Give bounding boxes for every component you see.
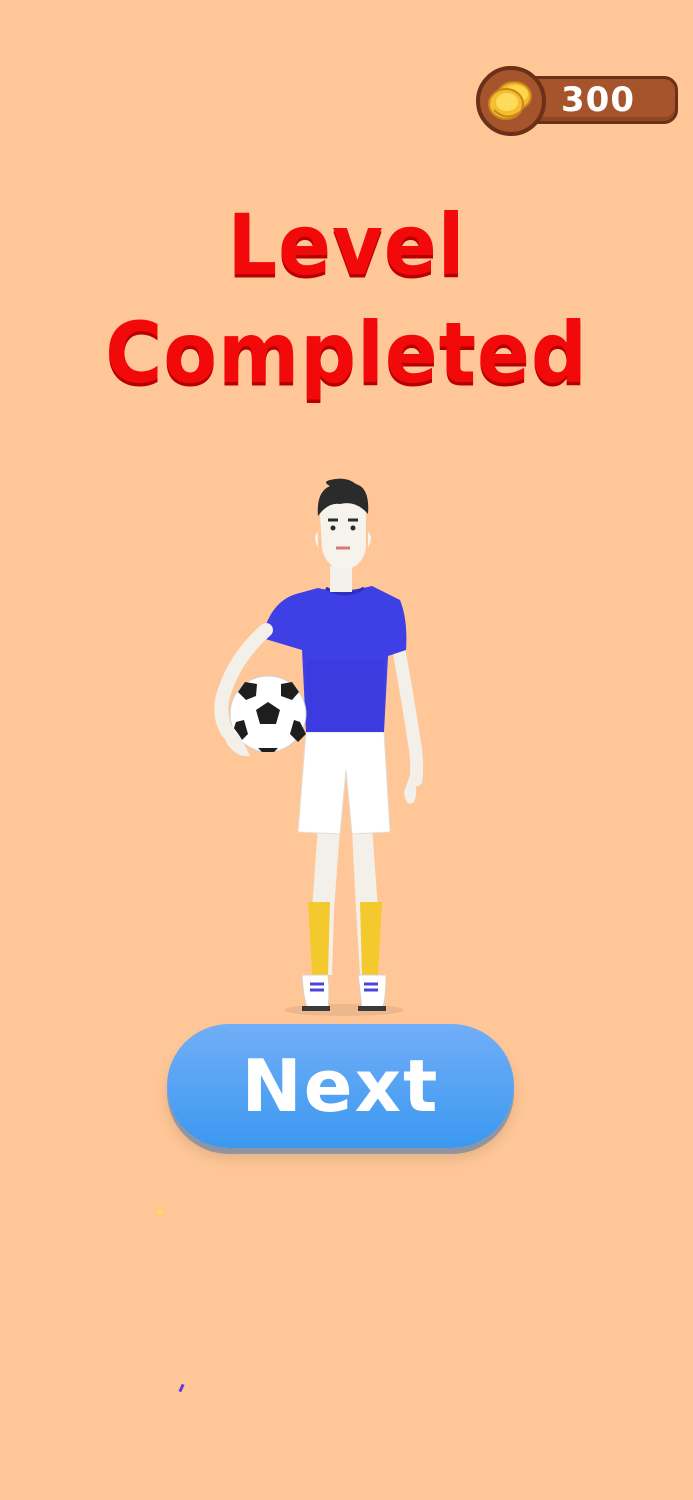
coin-count: 300 [561,80,635,120]
next-button-label: Next [241,1044,440,1128]
soccer-player-character [0,470,693,1030]
coin-stack-icon [476,66,546,136]
confetti-piece [178,1383,185,1393]
game-screen: 300 Level Completed Next [0,0,693,1500]
coin-counter: 300 [476,66,680,136]
level-completed-title: Level Completed [105,197,588,403]
next-button[interactable]: Next [167,1024,514,1148]
confetti-piece [157,1210,163,1214]
